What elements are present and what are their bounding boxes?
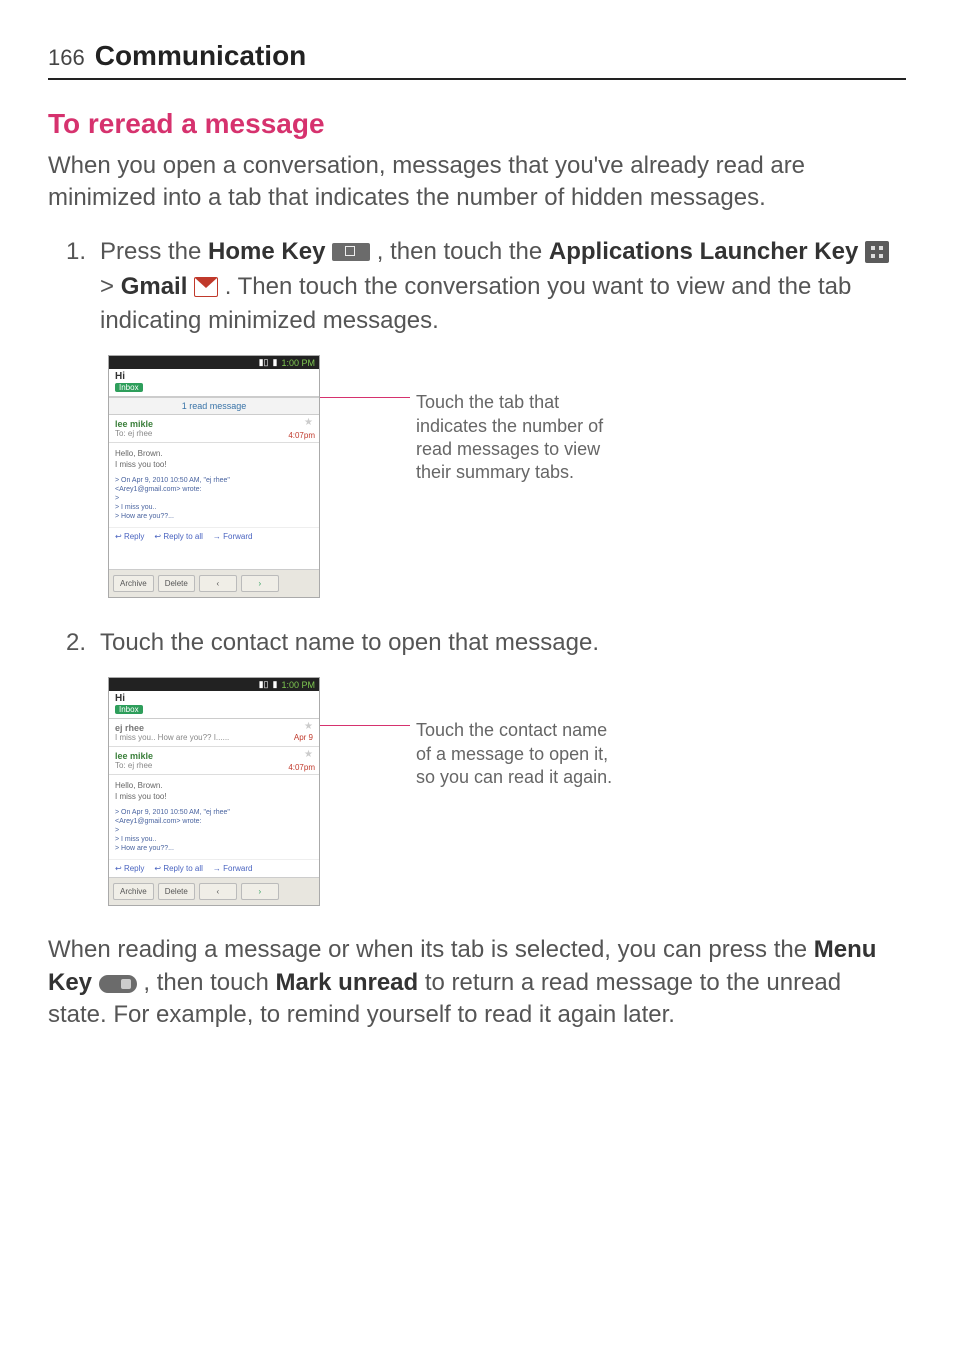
- step-2: 2. Touch the contact name to open that m…: [48, 626, 906, 661]
- delete-button[interactable]: Delete: [158, 575, 195, 592]
- bottom-toolbar-2: Archive Delete ‹ ›: [109, 877, 319, 905]
- footer-paragraph: When reading a message or when its tab i…: [48, 934, 906, 1031]
- thread-sender: ej rhee: [115, 723, 313, 733]
- step-2-number: 2.: [66, 626, 86, 661]
- archive-button-2[interactable]: Archive: [113, 883, 154, 900]
- quote-line-2b: <Arey1@gmail.com> wrote:: [115, 817, 313, 826]
- message-actions: Reply Reply to all Forward: [109, 527, 319, 545]
- inbox-chip-2: Inbox: [115, 705, 143, 714]
- message-body-2: Hello, Brown. I miss you too! > On Apr 9…: [109, 775, 319, 859]
- thread-snippet: I miss you.. How are you?? I......: [115, 733, 313, 742]
- footer-frag-1: When reading a message or when its tab i…: [48, 936, 814, 963]
- step-1-frag-2: , then touch the: [377, 238, 549, 265]
- to-line: To: ej rhee: [115, 429, 313, 438]
- subject-text-2: Hi: [115, 693, 313, 704]
- status-bar: ▮▯ ▮ 1:00 PM: [109, 356, 319, 369]
- archive-button[interactable]: Archive: [113, 575, 154, 592]
- message-actions-2: Reply Reply to all Forward: [109, 859, 319, 877]
- gmail-icon: [194, 277, 218, 297]
- prev-arrow-button[interactable]: ‹: [199, 575, 237, 592]
- phone-screenshot-1: ▮▯ ▮ 1:00 PM Hi Inbox 1 read message ★ l…: [108, 355, 320, 598]
- reply-all-link-2[interactable]: Reply to all: [154, 864, 203, 873]
- figure-1-caption: Touch the tab that indicates the number …: [416, 391, 620, 485]
- page-root: 166 Communication To reread a message Wh…: [0, 0, 954, 1112]
- prev-arrow-button-2[interactable]: ‹: [199, 883, 237, 900]
- delete-button-2[interactable]: Delete: [158, 883, 195, 900]
- chapter-title: Communication: [95, 40, 307, 72]
- quote-line-3: > I miss you..: [115, 503, 313, 512]
- mark-unread-label: Mark unread: [275, 969, 418, 996]
- figure-1-caption-col: Touch the tab that indicates the number …: [320, 391, 620, 485]
- body-line-1: Hello, Brown.: [115, 449, 313, 459]
- leader-line-1: [320, 397, 410, 398]
- leader-line-2: [320, 725, 410, 726]
- step-1: 1. Press the Home Key , then touch the A…: [48, 235, 906, 339]
- message-timestamp-2: 4:07pm: [288, 763, 315, 772]
- body-line-2b: I miss you too!: [115, 792, 313, 802]
- page-header: 166 Communication: [48, 40, 906, 80]
- footer-frag-2: , then touch: [143, 969, 275, 996]
- star-icon[interactable]: ★: [304, 721, 313, 732]
- page-number: 166: [48, 45, 85, 71]
- subject-text: Hi: [115, 371, 313, 382]
- step-1-frag-3: >: [100, 273, 121, 300]
- reply-all-link[interactable]: Reply to all: [154, 532, 203, 541]
- next-arrow-button[interactable]: ›: [241, 575, 279, 592]
- status-time-2: 1:00 PM: [281, 680, 315, 690]
- quote-line-1: > On Apr 9, 2010 10:50 AM, "ej rhee": [115, 476, 313, 485]
- signal-icon: ▮▯: [259, 357, 269, 368]
- next-arrow-button-2[interactable]: ›: [241, 883, 279, 900]
- reply-link-2[interactable]: Reply: [115, 864, 144, 873]
- step-1-number: 1.: [66, 235, 86, 270]
- figure-2-caption-col: Touch the contact name of a message to o…: [320, 719, 620, 789]
- quote-line-2: <Arey1@gmail.com> wrote:: [115, 485, 313, 494]
- home-key-icon: [332, 243, 370, 261]
- thread-date: Apr 9: [294, 733, 313, 742]
- subject-bar: Hi Inbox: [109, 369, 319, 397]
- forward-link[interactable]: Forward: [213, 532, 253, 541]
- message-header-2[interactable]: ★ lee mikle To: ej rhee 4:07pm: [109, 747, 319, 775]
- section-intro: When you open a conversation, messages t…: [48, 150, 906, 215]
- home-key-label: Home Key: [208, 238, 325, 265]
- applications-launcher-label: Applications Launcher Key: [549, 238, 858, 265]
- menu-key-icon: [99, 975, 137, 993]
- figure-1: ▮▯ ▮ 1:00 PM Hi Inbox 1 read message ★ l…: [108, 355, 906, 598]
- figure-2: ▮▯ ▮ 1:00 PM Hi Inbox ★ ej rhee I miss y…: [108, 677, 906, 906]
- phone-screenshot-2: ▮▯ ▮ 1:00 PM Hi Inbox ★ ej rhee I miss y…: [108, 677, 320, 906]
- status-bar-2: ▮▯ ▮ 1:00 PM: [109, 678, 319, 691]
- step-1-frag-1: Press the: [100, 238, 208, 265]
- read-messages-tab[interactable]: 1 read message: [109, 397, 319, 415]
- body-line-2: I miss you too!: [115, 460, 313, 470]
- figure-2-caption: Touch the contact name of a message to o…: [416, 719, 620, 789]
- forward-link-2[interactable]: Forward: [213, 864, 253, 873]
- thread-preview-item[interactable]: ★ ej rhee I miss you.. How are you?? I..…: [109, 719, 319, 747]
- quote-line-3b: > I miss you..: [115, 835, 313, 844]
- quote-line-4: > How are you??...: [115, 512, 313, 521]
- section-title: To reread a message: [48, 108, 906, 140]
- sender-name: lee mikle: [115, 419, 313, 429]
- sender-name-2: lee mikle: [115, 751, 313, 761]
- star-icon[interactable]: ★: [304, 417, 313, 428]
- message-header[interactable]: ★ lee mikle To: ej rhee 4:07pm: [109, 415, 319, 443]
- message-timestamp: 4:07pm: [288, 431, 315, 440]
- bottom-toolbar: Archive Delete ‹ ›: [109, 569, 319, 597]
- body-line-1b: Hello, Brown.: [115, 781, 313, 791]
- subject-bar-2: Hi Inbox: [109, 691, 319, 719]
- star-icon[interactable]: ★: [304, 749, 313, 760]
- signal-icon: ▮▯: [259, 679, 269, 690]
- to-line-2: To: ej rhee: [115, 761, 313, 770]
- gmail-label: Gmail: [121, 273, 188, 300]
- status-time: 1:00 PM: [281, 358, 315, 368]
- battery-icon: ▮: [273, 357, 278, 368]
- step-2-text: Touch the contact name to open that mess…: [100, 629, 599, 656]
- quote-line-4b: > How are you??...: [115, 844, 313, 853]
- reply-link[interactable]: Reply: [115, 532, 144, 541]
- message-body: Hello, Brown. I miss you too! > On Apr 9…: [109, 443, 319, 527]
- battery-icon: ▮: [273, 679, 278, 690]
- quote-line-1b: > On Apr 9, 2010 10:50 AM, "ej rhee": [115, 808, 313, 817]
- launcher-key-icon: [865, 241, 889, 263]
- inbox-chip: Inbox: [115, 383, 143, 392]
